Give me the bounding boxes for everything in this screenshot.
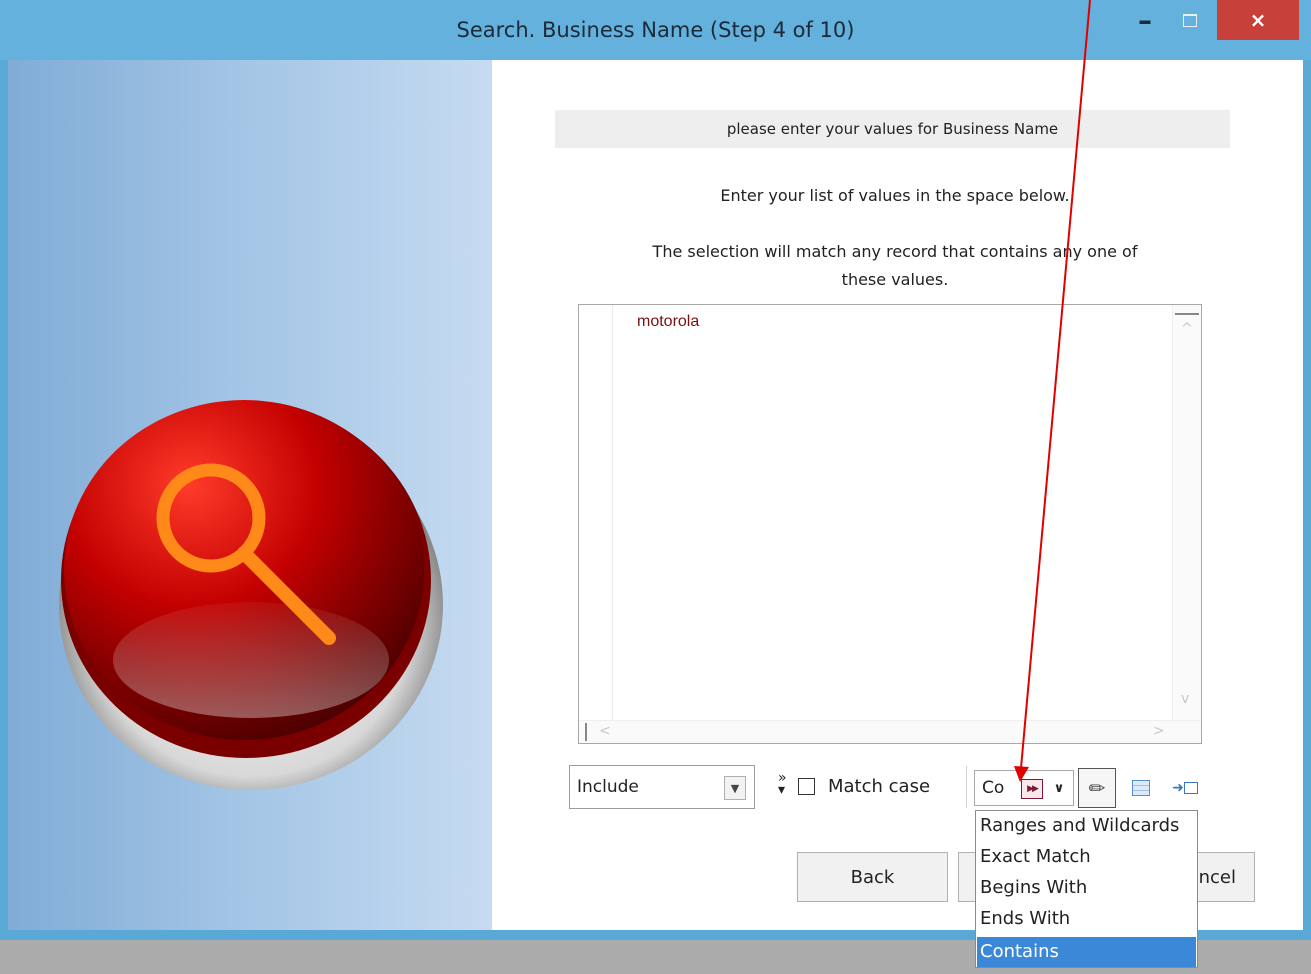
values-header: please enter your values for Business Na… (555, 110, 1230, 148)
match-type-value: Co (982, 778, 1005, 798)
option-contains[interactable]: Contains (977, 937, 1196, 967)
back-button[interactable]: Back (797, 852, 948, 902)
values-textarea[interactable]: motorola ^ v < > (578, 304, 1202, 744)
include-select[interactable]: Include ▼ (569, 765, 755, 809)
close-button[interactable]: × (1217, 0, 1299, 40)
pencil-icon[interactable]: ✏ (1078, 768, 1116, 808)
option-exact-match[interactable]: Exact Match (980, 846, 1091, 867)
vertical-scrollbar[interactable]: ^ v (1172, 305, 1201, 743)
option-contains-label: Contains (980, 941, 1059, 962)
scroll-down-icon[interactable]: v (1181, 691, 1189, 707)
title-bar[interactable]: Search. Business Name (Step 4 of 10) – × (0, 0, 1311, 60)
instruction-text-line-2: these values. (841, 270, 949, 289)
toolbar-divider (966, 766, 967, 808)
maximize-button[interactable] (1170, 0, 1210, 40)
maximize-icon (1183, 13, 1197, 27)
instruction-text: Enter your list of values in the space b… (720, 186, 1070, 205)
match-case-label[interactable]: Match case (828, 776, 930, 797)
line-gutter (579, 305, 613, 743)
scroll-up-icon[interactable]: ^ (1181, 321, 1193, 337)
option-begins-with[interactable]: Begins With (980, 877, 1087, 898)
scroll-right-icon[interactable]: > (1153, 723, 1165, 739)
magnifier-icon (59, 400, 443, 790)
scroll-left-icon[interactable]: < (599, 723, 611, 739)
chevron-down-icon[interactable]: ▼ (724, 776, 746, 800)
option-ranges-and-wildcards[interactable]: Ranges and Wildcards (980, 815, 1179, 836)
instruction-text-line-1: The selection will match any record that… (652, 242, 1138, 261)
hscroll-thumb[interactable] (579, 723, 587, 741)
scroll-thumb[interactable] (1175, 305, 1199, 315)
wizard-side-panel (8, 60, 492, 930)
match-case-checkbox[interactable] (798, 778, 815, 795)
horizontal-scrollbar[interactable]: < > (579, 720, 1201, 743)
value-line[interactable]: motorola (637, 313, 699, 331)
window-title: Search. Business Name (Step 4 of 10) (456, 18, 855, 42)
match-type-dropdown-list[interactable]: Ranges and Wildcards Exact Match Begins … (975, 810, 1198, 968)
grid-icon[interactable] (1122, 768, 1160, 808)
chevron-down-icon[interactable]: ∨ (1046, 772, 1072, 804)
match-type-combo[interactable]: Co ▶▶ ∨ (974, 770, 1074, 806)
expand-options-icon[interactable]: » ▾ (778, 771, 787, 797)
minimize-button[interactable]: – (1126, 0, 1164, 40)
arrow-to-column-icon[interactable]: ➜ (1166, 768, 1204, 808)
option-ends-with[interactable]: Ends With (980, 908, 1070, 929)
include-select-value: Include (577, 777, 639, 797)
fast-forward-icon[interactable]: ▶▶ (1021, 779, 1043, 799)
